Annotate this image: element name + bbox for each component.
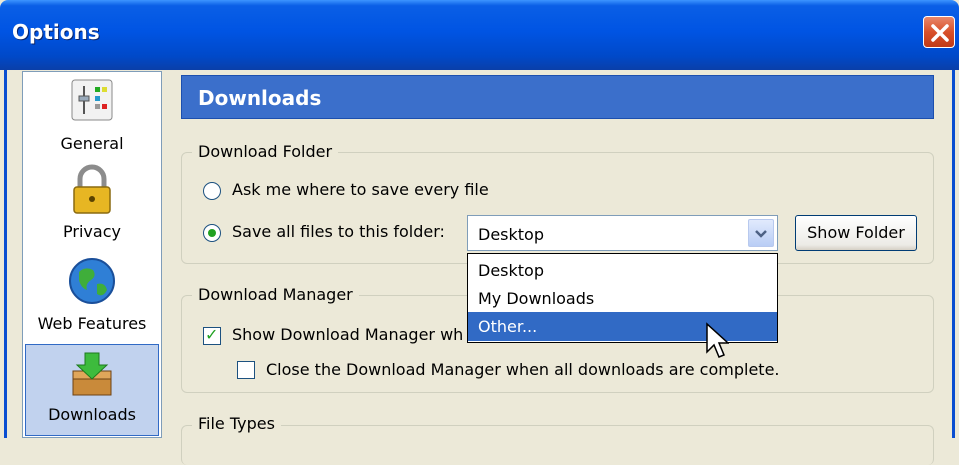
dropdown-option-desktop[interactable]: Desktop bbox=[468, 256, 777, 285]
checkmark-icon: ✓ bbox=[205, 325, 219, 344]
mouse-pointer-icon bbox=[706, 322, 729, 358]
show-download-manager-checkbox[interactable]: ✓ bbox=[203, 325, 221, 345]
close-icon bbox=[931, 24, 949, 42]
save-to-folder-radio[interactable] bbox=[203, 224, 221, 242]
group-legend: Download Folder bbox=[192, 142, 339, 161]
page-title: Downloads bbox=[181, 75, 934, 119]
dropdown-option-other[interactable]: Other... bbox=[468, 312, 777, 341]
download-folder-select[interactable]: Desktop bbox=[467, 215, 778, 251]
show-folder-button[interactable]: Show Folder bbox=[795, 215, 917, 251]
chevron-down-icon bbox=[755, 230, 767, 238]
nav-label: Downloads bbox=[48, 405, 136, 424]
show-download-manager-label: Show Download Manager wh bbox=[232, 325, 464, 344]
close-button[interactable] bbox=[923, 16, 955, 48]
group-legend: Download Manager bbox=[192, 285, 359, 304]
dropdown-arrow-button[interactable] bbox=[748, 219, 774, 247]
title-bar: Options bbox=[0, 0, 959, 70]
sliders-icon bbox=[71, 79, 113, 121]
ask-every-file-radio[interactable] bbox=[203, 182, 221, 200]
close-download-manager-checkbox[interactable] bbox=[237, 361, 255, 379]
save-to-folder-label: Save all files to this folder: bbox=[232, 222, 445, 241]
nav-item-general[interactable]: General bbox=[25, 78, 159, 164]
nav-label: General bbox=[60, 134, 124, 153]
download-folder-value: Desktop bbox=[478, 225, 544, 244]
dropdown-option-my-downloads[interactable]: My Downloads bbox=[468, 284, 777, 313]
download-folder-dropdown-list: Desktop My Downloads Other... bbox=[467, 253, 778, 343]
padlock-icon bbox=[73, 164, 111, 214]
group-legend: File Types bbox=[192, 414, 281, 433]
nav-label: Privacy bbox=[63, 222, 121, 241]
file-types-group: File Types bbox=[181, 414, 934, 465]
options-nav: General Privacy Web Features Downloads bbox=[22, 71, 162, 438]
ask-every-file-label: Ask me where to save every file bbox=[232, 180, 489, 199]
nav-item-downloads[interactable]: Downloads bbox=[25, 344, 159, 436]
nav-item-web-features[interactable]: Web Features bbox=[25, 256, 159, 344]
window-title: Options bbox=[12, 20, 100, 44]
nav-item-privacy[interactable]: Privacy bbox=[25, 164, 159, 254]
nav-label: Web Features bbox=[37, 314, 147, 333]
globe-icon bbox=[69, 258, 115, 304]
downloads-icon bbox=[72, 352, 112, 396]
close-download-manager-label: Close the Download Manager when all down… bbox=[266, 360, 780, 379]
